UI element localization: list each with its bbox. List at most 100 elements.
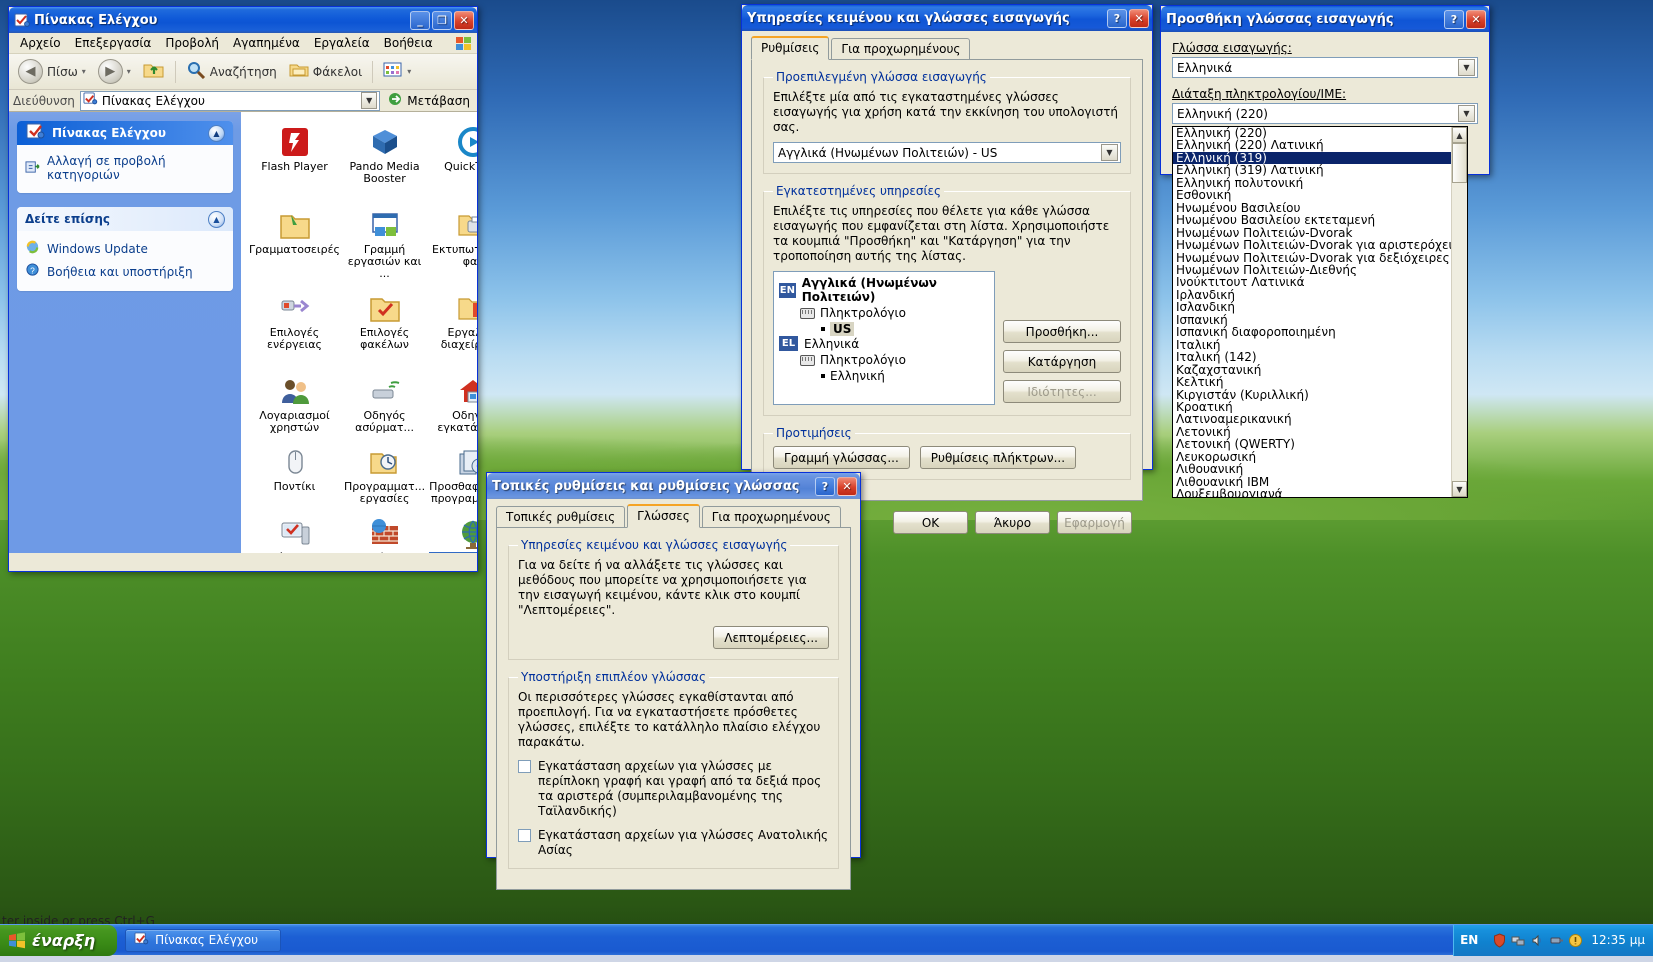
shield-icon[interactable] bbox=[1492, 932, 1507, 948]
taskbar-item-control-panel[interactable]: Πίνακας Ελέγχου bbox=[125, 928, 282, 952]
tab-languages[interactable]: Γλώσσες bbox=[627, 504, 700, 528]
ok-button[interactable]: OK bbox=[893, 511, 968, 534]
tab-settings[interactable]: Ρυθμίσεις bbox=[751, 36, 830, 60]
scrollbar-thumb[interactable] bbox=[1452, 143, 1467, 183]
chevron-up-icon[interactable]: ▲ bbox=[208, 124, 225, 142]
forward-chevron-down-icon[interactable]: ▾ bbox=[127, 67, 131, 76]
forward-button[interactable]: ▶ ▾ bbox=[93, 56, 136, 87]
sidebar-item-help-support[interactable]: ? Βοήθεια και υποστήριξη bbox=[25, 260, 225, 283]
regional-titlebar[interactable]: Τοπικές ρυθμίσεις και ρυθμίσεις γλώσσας … bbox=[487, 473, 860, 499]
keyboard-layout-dropdown-list[interactable]: Ελληνική (220) Ελληνική (220) Λατινική Ελλ… bbox=[1172, 126, 1468, 498]
add-service-button[interactable]: Προσθήκη... bbox=[1003, 320, 1121, 343]
control-panel-item[interactable]: Γραμμή εργασιών και ... bbox=[342, 205, 427, 284]
checkbox-east-asian-box[interactable] bbox=[518, 829, 531, 842]
control-panel-item[interactable]: Επιλογές ενέργειας bbox=[247, 288, 342, 367]
regional-tabs[interactable]: Τοπικές ρυθμίσεις Γλώσσες Για προχωρημέν… bbox=[496, 504, 851, 528]
search-button[interactable]: Αναζήτηση bbox=[181, 58, 282, 85]
control-panel-titlebar[interactable]: Πίνακας Ελέγχου _ ❐ ✕ bbox=[9, 7, 477, 33]
menu-bar[interactable]: Αρχείο Επεξεργασία Προβολή Αγαπημένα Εργ… bbox=[9, 33, 477, 54]
close-button[interactable]: ✕ bbox=[454, 10, 474, 30]
language-bar-button[interactable]: Γραμμή γλώσσας... bbox=[773, 446, 910, 469]
system-tray[interactable]: EN 12:35 μμ bbox=[1453, 924, 1653, 956]
address-bar[interactable]: Διεύθυνση Πίνακας Ελέγχου ▼ Μετάβαση bbox=[9, 90, 477, 112]
dropdown-scrollbar[interactable]: ▲ ▼ bbox=[1451, 127, 1467, 497]
sidebar-item-windows-update[interactable]: Windows Update bbox=[25, 237, 225, 260]
seealso-header[interactable]: Δείτε επίσης ▲ bbox=[17, 207, 233, 231]
control-panel-item[interactable]: Επιλογές φακέλων bbox=[342, 288, 427, 367]
back-button[interactable]: ◀ Πίσω ▾ bbox=[13, 56, 91, 87]
dropdown-option[interactable]: Ελληνική (220) Λατινική bbox=[1173, 139, 1451, 151]
go-button[interactable]: Μετάβαση bbox=[385, 92, 473, 109]
views-chevron-down-icon[interactable]: ▾ bbox=[407, 67, 411, 76]
dropdown-option[interactable]: Ηνωμένου Βασιλείου bbox=[1173, 202, 1451, 214]
back-chevron-down-icon[interactable]: ▾ bbox=[82, 67, 86, 76]
start-button[interactable]: έναρξη bbox=[0, 924, 118, 956]
remove-service-button[interactable]: Κατάργηση bbox=[1003, 350, 1121, 373]
tab-advanced-regional[interactable]: Για προχωρημένους bbox=[701, 506, 841, 527]
menu-item-view[interactable]: Προβολή bbox=[158, 34, 226, 52]
list-item-layout-greek[interactable]: Ελληνική bbox=[821, 369, 989, 383]
clock[interactable]: 12:35 μμ bbox=[1587, 933, 1645, 947]
control-panel-item[interactable]: Προσθαφαίρεση προγραμμάτων bbox=[427, 442, 477, 509]
dropdown-option[interactable]: Ηνωμένων Πολιτειών-Dvorak για δεξιόχειρε… bbox=[1173, 252, 1451, 264]
address-chevron-down-icon[interactable]: ▼ bbox=[361, 92, 378, 109]
control-panel-item[interactable]: Pando Media Booster bbox=[342, 122, 427, 201]
apply-button[interactable]: Εφαρμογή bbox=[1057, 511, 1132, 534]
dropdown-option[interactable]: Λετονική (QWERTY) bbox=[1173, 438, 1451, 450]
menu-item-help[interactable]: Βοήθεια bbox=[377, 34, 440, 52]
sidebar-item-switch-category-view[interactable]: Αλλαγή σε προβολή κατηγοριών bbox=[25, 151, 225, 185]
chevron-up-icon-2[interactable]: ▲ bbox=[208, 210, 225, 228]
input-language-combo[interactable]: Ελληνικά ▼ bbox=[1172, 57, 1478, 78]
dropdown-option[interactable]: Ισλανδική bbox=[1173, 301, 1451, 313]
control-panel-item[interactable]: Προγραμματ... εργασίες bbox=[342, 442, 427, 509]
control-panel-item[interactable]: Flash Player bbox=[247, 122, 342, 201]
chevron-down-icon-layout[interactable]: ▼ bbox=[1458, 105, 1475, 122]
usb-icon[interactable] bbox=[1549, 933, 1564, 948]
menu-item-favorites[interactable]: Αγαπημένα bbox=[226, 34, 307, 52]
views-button[interactable]: ▾ bbox=[378, 58, 416, 85]
tab-advanced[interactable]: Για προχωρημένους bbox=[831, 38, 971, 59]
dropdown-option[interactable]: Ελληνική (319) Λατινική bbox=[1173, 164, 1451, 176]
dropdown-option[interactable]: Λουξεμβουργιανά bbox=[1173, 488, 1451, 497]
control-panel-item[interactable]: Ποντίκι bbox=[247, 442, 342, 509]
dropdown-options[interactable]: Ελληνική (220) Ελληνική (220) Λατινική Ελλ… bbox=[1173, 127, 1451, 497]
dropdown-option[interactable]: Κροατική bbox=[1173, 401, 1451, 413]
taskbar[interactable]: έναρξη Πίνακας Ελέγχου EN 12:35 μμ bbox=[0, 924, 1653, 956]
dropdown-option[interactable]: Κελτική bbox=[1173, 376, 1451, 388]
close-button-addlang[interactable]: ✕ bbox=[1466, 9, 1486, 29]
menu-item-file[interactable]: Αρχείο bbox=[13, 34, 68, 52]
dropdown-option[interactable]: Κιργιστάν (Κυριλλική) bbox=[1173, 389, 1451, 401]
control-panel-window[interactable]: Πίνακας Ελέγχου _ ❐ ✕ Αρχείο Επεξεργασία… bbox=[8, 6, 478, 572]
default-language-combo[interactable]: Αγγλικά (Ηνωμένων Πολιτειών) - US ▼ bbox=[773, 142, 1121, 163]
scrollbar-track[interactable] bbox=[1452, 143, 1467, 481]
checkbox-complex-script[interactable]: Εγκατάσταση αρχείων για γλώσσες με περίπ… bbox=[518, 759, 829, 819]
close-button-textservices[interactable]: ✕ bbox=[1129, 8, 1149, 28]
menu-item-tools[interactable]: Εργαλεία bbox=[307, 34, 377, 52]
control-panel-item[interactable]: Οδηγός ασύρματ... bbox=[342, 371, 427, 438]
close-button-regional[interactable]: ✕ bbox=[837, 476, 857, 496]
control-panel-item[interactable]: Οδηγός εγκατάστα... bbox=[427, 371, 477, 438]
folders-button[interactable]: Φάκελοι bbox=[284, 58, 367, 85]
maximize-button[interactable]: ❐ bbox=[432, 10, 452, 30]
properties-button[interactable]: Ιδιότητες... bbox=[1003, 380, 1121, 403]
up-button[interactable] bbox=[138, 57, 170, 86]
dropdown-option[interactable]: Ισπανική bbox=[1173, 314, 1451, 326]
dropdown-option[interactable]: Λευκορωσική bbox=[1173, 451, 1451, 463]
dropdown-option[interactable]: Ηνωμένου Βασιλείου εκτεταμενή bbox=[1173, 214, 1451, 226]
help-button-regional[interactable]: ? bbox=[815, 476, 835, 496]
keyboard-layout-combo[interactable]: Ελληνική (220) ▼ bbox=[1172, 103, 1478, 124]
scroll-down-arrow-icon[interactable]: ▼ bbox=[1452, 481, 1467, 497]
text-services-dialog[interactable]: Υπηρεσίες κειμένου και γλώσσες εισαγωγής… bbox=[741, 4, 1153, 534]
toolbar[interactable]: ◀ Πίσω ▾ ▶ ▾ Αναζήτηση Φάκελοι ▾ bbox=[9, 54, 477, 90]
minimize-button[interactable]: _ bbox=[410, 10, 430, 30]
dropdown-option[interactable]: Λατινοαμερικανική bbox=[1173, 413, 1451, 425]
dropdown-option[interactable]: Εσθονική bbox=[1173, 189, 1451, 201]
control-panel-item[interactable]: QuickTime bbox=[427, 122, 477, 201]
text-services-titlebar[interactable]: Υπηρεσίες κειμένου και γλώσσες εισαγωγής… bbox=[742, 5, 1152, 31]
control-panel-item[interactable]: Τοπικές ρυθμίσεις ... bbox=[427, 513, 477, 553]
text-services-tabs[interactable]: Ρυθμίσεις Για προχωρημένους bbox=[751, 36, 1143, 60]
help-button[interactable]: ? bbox=[1107, 8, 1127, 28]
chevron-down-icon[interactable]: ▼ bbox=[1101, 144, 1118, 161]
volume-icon[interactable] bbox=[1530, 933, 1545, 948]
dropdown-option[interactable]: Ιταλική (142) bbox=[1173, 351, 1451, 363]
